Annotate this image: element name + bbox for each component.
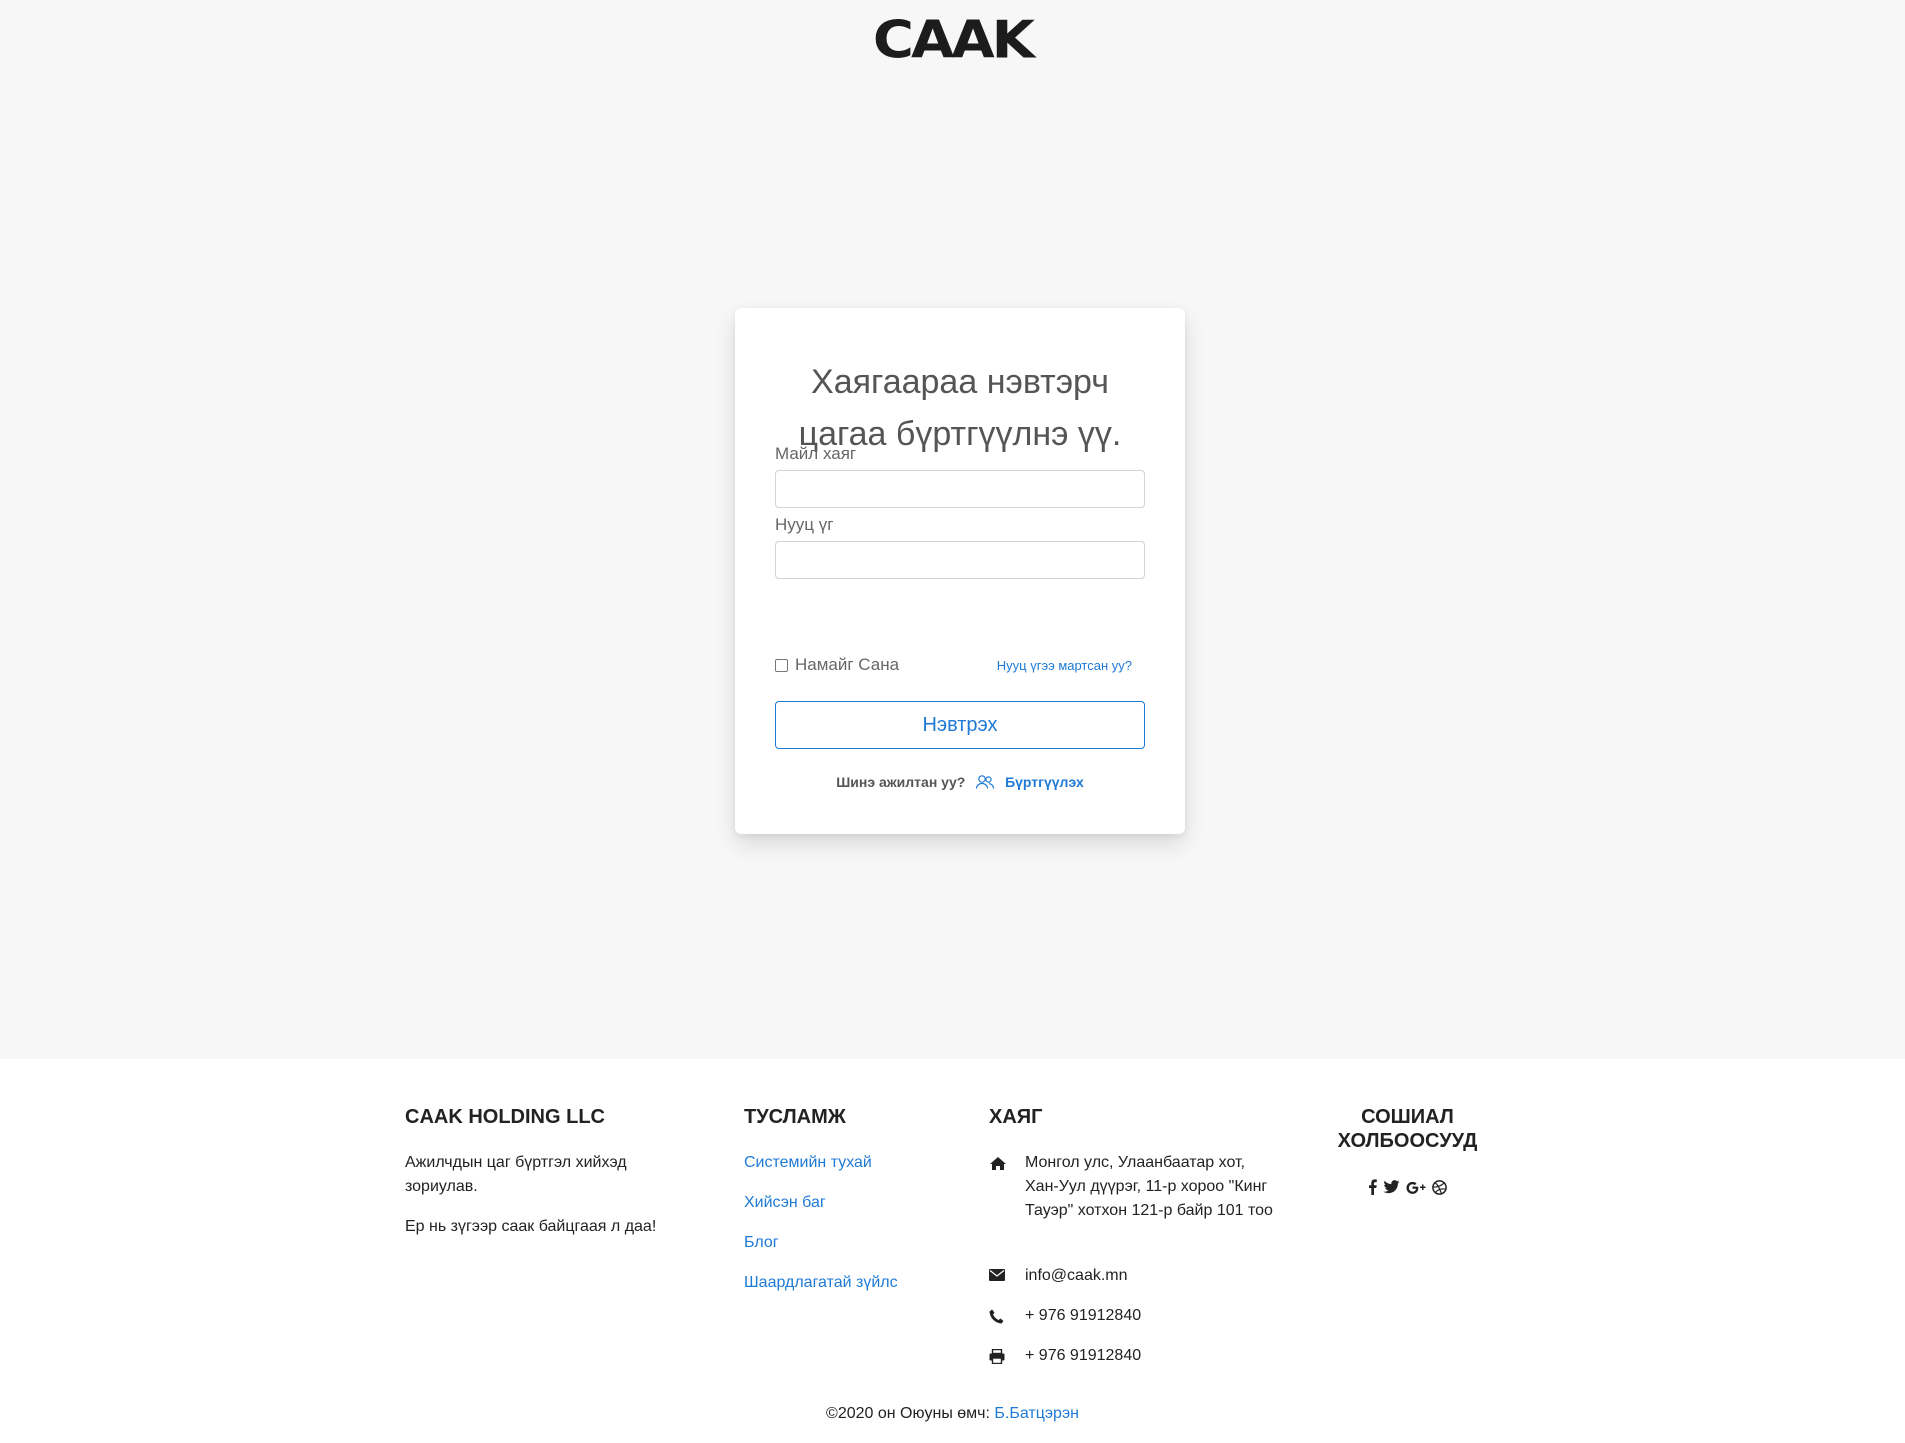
- social-heading-line1: СОШИАЛ: [1361, 1106, 1454, 1128]
- address-line2: Хан-Уул дүүрэг, 11-р хороо "Кинг: [1025, 1178, 1268, 1195]
- remember-me[interactable]: Намайг Сана: [775, 655, 899, 675]
- company-description-line1: Ажилчдын цаг бүртгэл хийхэд: [405, 1154, 627, 1171]
- help-link-requirements[interactable]: Шаардлагатай зүйлс: [744, 1271, 964, 1295]
- footer-company: CAAK HOLDING LLC Ажилчдын цаг бүртгэл хи…: [405, 1105, 695, 1239]
- address-line3: Тауэр" хотхон 121-р байр 101 тоо: [1025, 1202, 1273, 1219]
- copyright: ©2020 он Оюуны өмч: Б.Батцэрэн: [0, 1405, 1905, 1423]
- email-label: Майл хаяг: [775, 444, 857, 463]
- email-field[interactable]: [775, 470, 1145, 508]
- page-background: CAAK Хаягаараа нэвтэрч цагаа бүртгүүлнэ …: [0, 0, 1905, 1059]
- social-icons: [1310, 1179, 1505, 1195]
- password-label: Нууц үг: [775, 515, 834, 534]
- users-icon: [975, 774, 995, 793]
- address-email: info@caak.mn: [989, 1264, 1128, 1288]
- facebook-icon[interactable]: [1368, 1179, 1377, 1195]
- register-link[interactable]: Бүртгүүлэх: [1005, 774, 1084, 790]
- address-fax: + 976 91912840: [989, 1344, 1141, 1368]
- email-text: info@caak.mn: [1025, 1267, 1128, 1284]
- google-plus-icon[interactable]: [1406, 1181, 1426, 1194]
- remember-checkbox[interactable]: [775, 658, 788, 672]
- footer: CAAK HOLDING LLC Ажилчдын цаг бүртгэл хи…: [0, 1059, 1905, 1443]
- phone-text: + 976 91912840: [1025, 1307, 1142, 1324]
- address-line1: Монгол улс, Улаанбаатар хот,: [1025, 1154, 1245, 1171]
- company-description-line2: зориулав.: [405, 1178, 478, 1195]
- company-description: Ажилчдын цаг бүртгэл хийхэд зориулав.: [405, 1151, 695, 1199]
- address-phone: + 976 91912840: [989, 1304, 1141, 1328]
- address-heading: ХАЯГ: [989, 1106, 1043, 1128]
- help-heading: ТУСЛАМЖ: [744, 1106, 846, 1128]
- social-heading: СОШИАЛ ХОЛБООСУУД: [1310, 1105, 1505, 1153]
- signup-row: Шинэ ажилтан уу? Бүртгүүлэх: [735, 774, 1185, 793]
- company-heading: CAAK HOLDING LLC: [405, 1106, 605, 1128]
- copyright-author-link[interactable]: Б.Батцэрэн: [994, 1405, 1079, 1422]
- help-link-team[interactable]: Хийсэн баг: [744, 1191, 964, 1215]
- social-heading-line2: ХОЛБООСУУД: [1337, 1130, 1478, 1152]
- password-field[interactable]: [775, 541, 1145, 579]
- login-title-line1: Хаягаараа нэвтэрч: [811, 363, 1109, 401]
- fax-text: + 976 91912840: [1025, 1347, 1142, 1364]
- footer-help: ТУСЛАМЖ Системийн тухай Хийсэн баг Блог …: [744, 1105, 964, 1295]
- caak-logo[interactable]: CAAK: [0, 11, 1905, 71]
- login-button[interactable]: Нэвтрэх: [775, 701, 1145, 749]
- help-link-about-system[interactable]: Системийн тухай: [744, 1151, 964, 1175]
- address-location: Монгол улс, Улаанбаатар хот, Хан-Уул дүү…: [989, 1151, 1273, 1223]
- login-card: Хаягаараа нэвтэрч цагаа бүртгүүлнэ үү. М…: [735, 308, 1185, 834]
- forgot-password-link[interactable]: Нууц үгээ мартсан уу?: [997, 658, 1132, 673]
- footer-social: СОШИАЛ ХОЛБООСУУД: [1310, 1105, 1505, 1195]
- company-tagline: Ер нь зүгээр саак байцгаая л даа!: [405, 1218, 657, 1235]
- help-link-blog[interactable]: Блог: [744, 1231, 964, 1255]
- envelope-icon: [989, 1264, 1025, 1288]
- printer-icon: [989, 1344, 1025, 1368]
- twitter-icon[interactable]: [1383, 1180, 1400, 1194]
- phone-icon: [989, 1304, 1025, 1328]
- new-user-text: Шинэ ажилтан уу?: [836, 774, 966, 791]
- dribbble-icon[interactable]: [1432, 1179, 1447, 1195]
- home-icon: [989, 1151, 1025, 1223]
- copyright-text: ©2020 он Оюуны өмч:: [826, 1405, 995, 1422]
- remember-label[interactable]: Намайг Сана: [795, 655, 899, 675]
- footer-address: ХАЯГ Монгол улс, Улаанбаатар хот, Хан-Уу…: [989, 1105, 1289, 1365]
